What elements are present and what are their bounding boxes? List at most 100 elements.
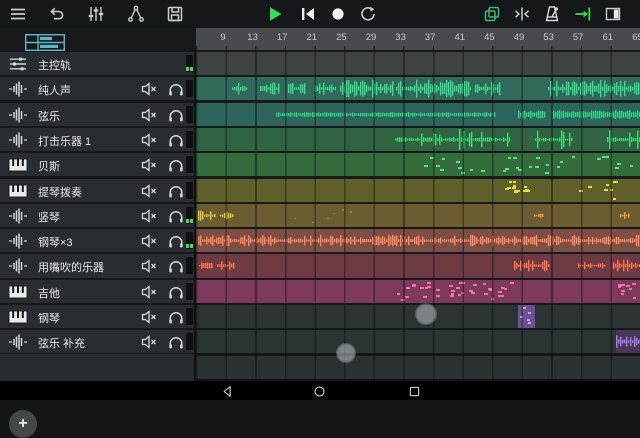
track-lane[interactable]	[196, 330, 640, 353]
track-header[interactable]: 主控轨	[0, 52, 194, 75]
midi-note	[508, 157, 512, 159]
track-lane[interactable]	[196, 305, 640, 328]
monitor-button[interactable]	[167, 308, 185, 326]
audio-clip-waveform[interactable]	[518, 103, 546, 126]
track-header[interactable]: 提琴拨奏	[0, 179, 194, 202]
midi-note	[498, 295, 502, 297]
monitor-button[interactable]	[167, 182, 185, 200]
tracks-view-tab[interactable]	[25, 34, 65, 51]
mute-button[interactable]	[140, 106, 158, 124]
audio-clip-waveform[interactable]	[276, 103, 496, 126]
track-lane[interactable]	[196, 52, 640, 75]
audio-clip-waveform[interactable]	[620, 204, 630, 227]
follow-playhead-icon[interactable]	[573, 4, 593, 24]
audio-clip-waveform[interactable]	[232, 77, 248, 100]
audio-clip-waveform[interactable]	[260, 77, 280, 100]
track-lane[interactable]	[196, 128, 640, 151]
pattern-clip[interactable]	[518, 305, 535, 328]
track-header[interactable]: 弦乐 补充	[0, 330, 194, 353]
midi-note	[501, 287, 505, 289]
track-lane[interactable]	[196, 204, 640, 227]
snap-icon[interactable]	[512, 4, 532, 24]
mute-button[interactable]	[140, 131, 158, 149]
panel-toggle-icon[interactable]	[603, 4, 623, 24]
track-header[interactable]: 钢琴×3	[0, 229, 194, 252]
play-button[interactable]	[265, 4, 285, 24]
audio-clip-waveform[interactable]	[395, 128, 510, 151]
undo-icon[interactable]	[46, 4, 66, 24]
monitor-button[interactable]	[167, 232, 185, 250]
monitor-button[interactable]	[167, 283, 185, 301]
ruler-bar-number: 17	[277, 32, 288, 43]
nav-back-button[interactable]	[220, 384, 235, 399]
mute-button[interactable]	[140, 283, 158, 301]
mute-button[interactable]	[140, 232, 158, 250]
track-header[interactable]: 贝斯	[0, 153, 194, 176]
audio-clip-waveform[interactable]	[217, 254, 235, 277]
track-header[interactable]: 用嘴吹的乐器	[0, 254, 194, 277]
mute-button[interactable]	[140, 156, 158, 174]
audio-clip-waveform[interactable]	[548, 77, 640, 100]
midi-note	[560, 161, 564, 163]
mute-button[interactable]	[140, 80, 158, 98]
mute-button[interactable]	[140, 333, 158, 351]
timeline-ruler[interactable]: 91317212529333741454953576165	[196, 28, 640, 50]
audio-clip-waveform[interactable]	[198, 204, 216, 227]
track-header[interactable]: 钢琴	[0, 305, 194, 328]
pattern-clip[interactable]	[616, 330, 640, 353]
skip-to-start-button[interactable]	[298, 4, 318, 24]
midi-note	[510, 282, 514, 284]
track-lane[interactable]	[196, 229, 640, 252]
track-lane[interactable]	[196, 153, 640, 176]
audio-clip-waveform[interactable]	[553, 103, 640, 126]
audio-clip-waveform[interactable]	[514, 254, 550, 277]
nav-recents-button[interactable]	[407, 384, 422, 399]
audio-clip-waveform[interactable]	[396, 77, 471, 100]
monitor-button[interactable]	[167, 80, 185, 98]
empty-lane-area[interactable]	[196, 356, 640, 379]
monitor-button[interactable]	[167, 333, 185, 351]
nav-home-button[interactable]	[312, 384, 327, 399]
tools-icon[interactable]	[126, 4, 146, 24]
track-lane[interactable]	[196, 77, 640, 100]
audio-clip-waveform[interactable]	[607, 128, 640, 151]
metronome-icon[interactable]	[542, 4, 562, 24]
monitor-button[interactable]	[167, 156, 185, 174]
mute-button[interactable]	[140, 308, 158, 326]
track-lane[interactable]	[196, 179, 640, 202]
audio-clip-waveform[interactable]	[534, 204, 544, 227]
audio-clip-waveform[interactable]	[198, 229, 640, 252]
track-header[interactable]: 打击乐器 1	[0, 128, 194, 151]
audio-clip-waveform[interactable]	[288, 77, 306, 100]
midi-note	[579, 190, 583, 192]
monitor-button[interactable]	[167, 257, 185, 275]
audio-clip-waveform[interactable]	[475, 77, 501, 100]
record-button[interactable]	[328, 4, 348, 24]
track-lane[interactable]	[196, 254, 640, 277]
audio-clip-waveform[interactable]	[340, 77, 394, 100]
monitor-button[interactable]	[167, 207, 185, 225]
duplicate-icon[interactable]	[482, 4, 502, 24]
track-lane[interactable]	[196, 103, 640, 126]
audio-clip-waveform[interactable]	[578, 254, 606, 277]
monitor-button[interactable]	[167, 106, 185, 124]
mixer-icon[interactable]	[86, 4, 106, 24]
track-header[interactable]: 吉他	[0, 280, 194, 303]
track-header[interactable]: 竖琴	[0, 204, 194, 227]
menu-icon[interactable]	[8, 4, 28, 24]
audio-clip-waveform[interactable]	[315, 77, 336, 100]
track-lane[interactable]	[196, 280, 640, 303]
audio-clip-waveform[interactable]	[199, 254, 213, 277]
mute-button[interactable]	[140, 257, 158, 275]
audio-clip-waveform[interactable]	[535, 128, 573, 151]
audio-clip-waveform[interactable]	[220, 204, 234, 227]
save-icon[interactable]	[165, 4, 185, 24]
mute-button[interactable]	[140, 207, 158, 225]
loop-button[interactable]	[358, 4, 378, 24]
track-header[interactable]: 纯人声	[0, 77, 194, 100]
monitor-button[interactable]	[167, 131, 185, 149]
track-header[interactable]: 弦乐	[0, 103, 194, 126]
audio-clip-waveform[interactable]	[613, 254, 640, 277]
mute-button[interactable]	[140, 182, 158, 200]
add-track-button[interactable]: +	[9, 410, 37, 438]
